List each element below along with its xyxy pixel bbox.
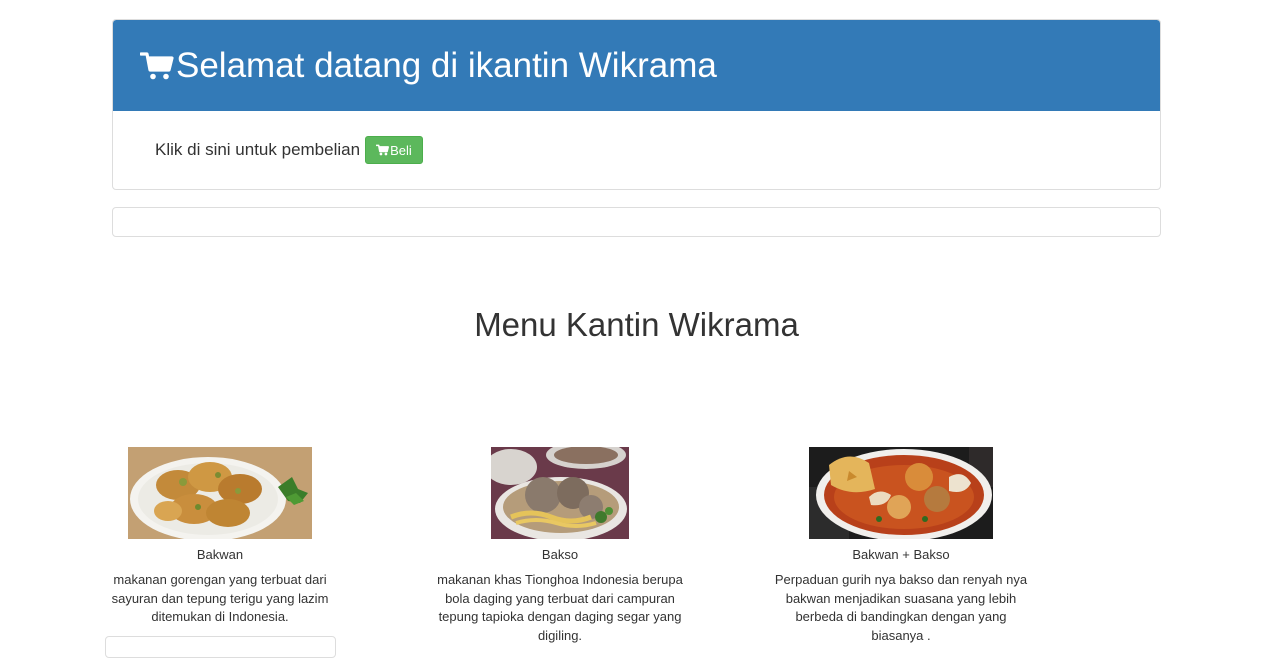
menu-item-action-button[interactable] — [105, 636, 336, 658]
bakwan-bakso-image — [809, 447, 993, 539]
menu-item-description: Perpaduan gurih nya bakso dan renyah nya… — [774, 572, 1028, 643]
welcome-panel-heading: Selamat datang di ikantin Wikrama — [113, 20, 1160, 111]
page-title: Selamat datang di ikantin Wikrama — [140, 46, 717, 86]
cart-icon — [140, 51, 174, 79]
bakso-image — [491, 447, 629, 539]
buy-button[interactable]: Beli — [365, 136, 423, 164]
bakwan-image — [128, 447, 312, 539]
menu-title: Menu Kantin Wikrama — [474, 306, 799, 343]
menu-item-name: Bakwan — [196, 547, 244, 562]
menu-item-bakwan-bakso: Bakwan + Bakso Perpaduan gurih nya bakso… — [771, 447, 1031, 645]
menu-item-name: Bakwan + Bakso — [852, 547, 950, 562]
empty-panel — [112, 207, 1161, 237]
cart-icon — [376, 144, 390, 156]
menu-item-description: makanan khas Tionghoa Indonesia berupa b… — [437, 572, 683, 643]
menu-item-description: makanan gorengan yang terbuat dari sayur… — [111, 572, 329, 624]
menu-item-name: Bakso — [541, 547, 579, 562]
purchase-row: Klik di sini untuk pembelian Beli — [113, 111, 1160, 189]
buy-button-label: Beli — [390, 142, 412, 158]
page-title-text: Selamat datang di ikantin Wikrama — [176, 45, 717, 85]
menu-item-bakwan: Bakwan makanan gorengan yang terbuat dar… — [90, 447, 350, 627]
purchase-prompt: Klik di sini untuk pembelian — [155, 140, 361, 159]
welcome-panel: Selamat datang di ikantin Wikrama Klik d… — [112, 19, 1161, 190]
menu-item-bakso: Bakso makanan khas Tionghoa Indonesia be… — [430, 447, 690, 645]
